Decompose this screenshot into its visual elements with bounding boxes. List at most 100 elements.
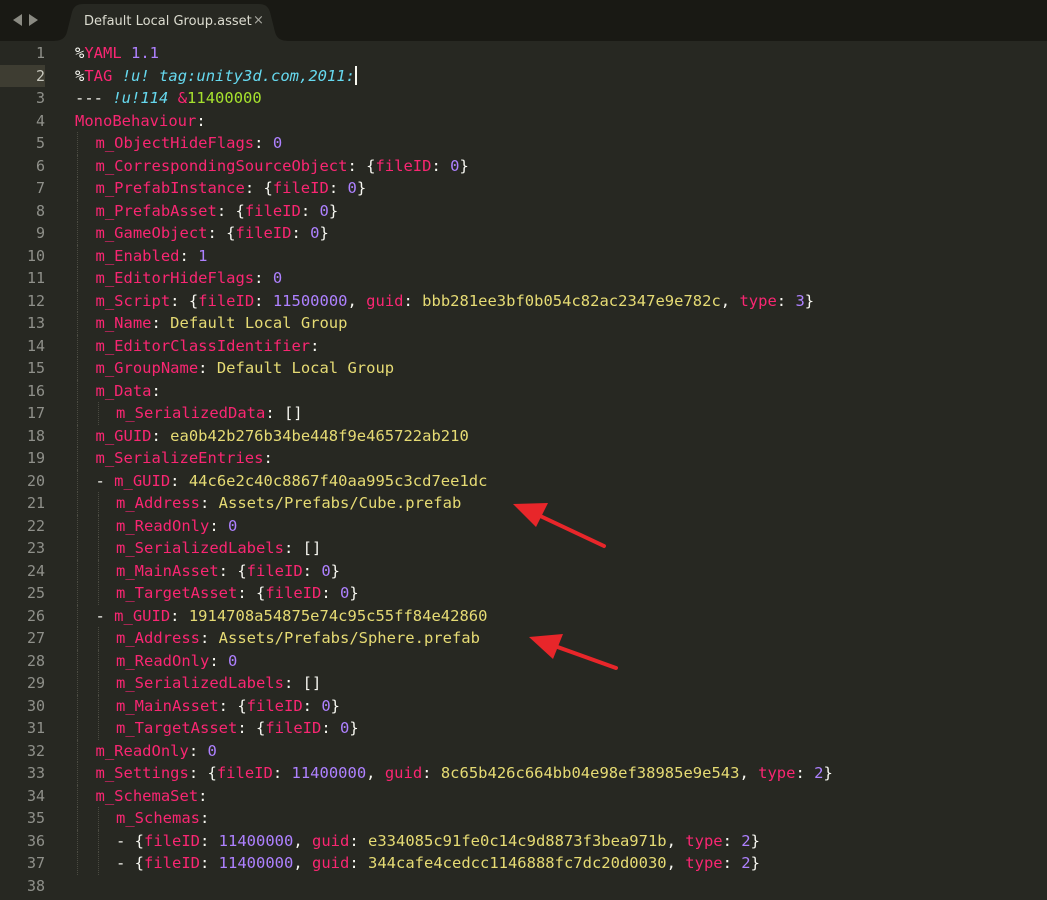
code-token: m_CorrespondingSourceObject xyxy=(95,156,348,175)
code-text: m_ReadOnly: 0 xyxy=(116,515,237,538)
code-token: : { xyxy=(244,179,273,197)
code-token: , xyxy=(366,764,385,782)
code-token: m_PrefabInstance xyxy=(95,179,245,197)
code-token: 0 xyxy=(310,224,320,242)
indent-guide xyxy=(77,514,78,537)
code-line[interactable]: 4 MonoBehaviour: xyxy=(0,110,1047,133)
code-token: } xyxy=(804,291,815,310)
code-line[interactable]: 25 m_TargetAsset: {fileID: 0} xyxy=(0,582,1047,605)
code-line[interactable]: 8 m_PrefabAsset: {fileID: 0} xyxy=(0,199,1047,222)
code-token: - xyxy=(95,606,115,625)
code-line[interactable]: 2 %TAG !u! tag:unity3d.com,2011: xyxy=(0,64,1047,87)
line-number: 36 xyxy=(26,831,45,850)
line-number: 29 xyxy=(26,674,45,692)
indent-guide xyxy=(97,537,99,560)
code-line[interactable]: 16 m_Data: xyxy=(0,379,1047,402)
code-text: m_GameObject: {fileID: 0} xyxy=(96,222,329,245)
line-number: 11 xyxy=(26,269,45,287)
code-token: m_Data xyxy=(95,381,152,400)
line-number: 16 xyxy=(26,381,45,400)
code-token: tag:unity3d.com,2011: xyxy=(159,66,355,85)
code-text: m_Script: {fileID: 11500000, guid: bbb28… xyxy=(96,290,815,313)
code-token: : [] xyxy=(283,539,322,557)
code-line[interactable]: 38 xyxy=(0,875,1047,898)
code-line[interactable]: 5 m_ObjectHideFlags: 0 xyxy=(0,132,1047,155)
code-token: m_SerializedLabels xyxy=(116,539,284,557)
code-line[interactable]: 12 m_Script: {fileID: 11500000, guid: bbb… xyxy=(0,289,1047,313)
line-number: 15 xyxy=(26,359,45,377)
code-token: fileID xyxy=(265,719,322,737)
line-number: 19 xyxy=(26,449,45,467)
code-line[interactable]: 35 m_Schemas: xyxy=(0,807,1047,830)
code-token: : xyxy=(422,764,441,782)
code-editor[interactable]: 1 %YAML 1.1 2 %TAG !u! tag:unity3d.com,2011… xyxy=(0,41,1047,900)
code-line[interactable]: 23 m_SerializedLabels: [] xyxy=(0,537,1047,560)
code-line[interactable]: 10 m_Enabled: 1 xyxy=(0,244,1047,267)
indent-guide xyxy=(97,829,99,852)
code-line[interactable]: 36 - {fileID: 11400000, guid: e334085c91f… xyxy=(0,829,1047,853)
code-token: : xyxy=(200,629,219,647)
code-line[interactable]: 22 m_ReadOnly: 0 xyxy=(0,514,1047,538)
forward-arrow-icon[interactable] xyxy=(29,14,38,26)
code-token: bbb281ee3bf0b054c82ac2347e9e782c xyxy=(422,291,721,310)
code-line[interactable]: 15 m_GroupName: Default Local Group xyxy=(0,357,1047,380)
code-text: m_Settings: {fileID: 11400000, guid: 8c6… xyxy=(96,762,833,785)
code-token: - xyxy=(95,471,115,490)
line-number: 17 xyxy=(26,404,45,422)
code-token: type xyxy=(739,291,777,310)
code-line[interactable]: 21 m_Address: Assets/Prefabs/Cube.prefab xyxy=(0,492,1047,515)
close-icon[interactable]: × xyxy=(253,13,264,28)
code-line[interactable]: 20 - m_GUID: 44c6e2c40c8867f40aa995c3cd7e… xyxy=(0,469,1047,492)
code-line[interactable]: 7 m_PrefabInstance: {fileID: 0} xyxy=(0,177,1047,200)
code-line[interactable]: 31 m_TargetAsset: {fileID: 0} xyxy=(0,717,1047,740)
code-line[interactable]: 14 m_EditorClassIdentifier: xyxy=(0,334,1047,358)
code-line[interactable]: 11 m_EditorHideFlags: 0 xyxy=(0,267,1047,290)
code-token: } xyxy=(750,831,760,850)
code-token: m_Settings xyxy=(95,764,189,782)
code-line[interactable]: 13 m_Name: Default Local Group xyxy=(0,312,1047,335)
line-number: 27 xyxy=(26,629,45,647)
code-line[interactable]: 34 m_SchemaSet: xyxy=(0,784,1047,807)
code-token: , xyxy=(293,854,312,872)
code-token: 11400000 xyxy=(187,89,262,107)
code-text: - {fileID: 11400000, guid: e334085c91fe0… xyxy=(116,830,760,853)
code-token: m_EditorHideFlags xyxy=(95,269,255,287)
code-line[interactable]: 29 m_SerializedLabels: [] xyxy=(0,672,1047,695)
code-line[interactable]: 17 m_SerializedData: [] xyxy=(0,402,1047,425)
code-line[interactable]: 26 - m_GUID: 1914708a54875e74c95c55ff84e4… xyxy=(0,604,1047,627)
code-token: : xyxy=(263,449,273,467)
tab-default-local-group-asset[interactable]: Default Local Group.asset × xyxy=(52,4,290,41)
code-line[interactable]: 37 - {fileID: 11400000, guid: 344cafe4ced… xyxy=(0,852,1047,875)
code-line[interactable]: 3 --- !u!114 &11400000 xyxy=(0,87,1047,110)
code-token: 0 xyxy=(347,179,357,197)
code-line[interactable]: 19 m_SerializeEntries: xyxy=(0,447,1047,470)
line-number: 13 xyxy=(26,314,45,332)
line-number: 34 xyxy=(26,786,45,805)
code-line[interactable]: 18 m_GUID: ea0b42b276b34be448f9e465722ab2… xyxy=(0,424,1047,447)
indent-guide xyxy=(77,132,78,155)
code-line[interactable]: 24 m_MainAsset: {fileID: 0} xyxy=(0,559,1047,582)
code-line[interactable]: 27 m_Address: Assets/Prefabs/Sphere.prefa… xyxy=(0,627,1047,650)
code-token: : xyxy=(200,494,219,512)
code-text: m_EditorClassIdentifier: xyxy=(96,335,320,358)
code-line[interactable]: 1 %YAML 1.1 xyxy=(0,42,1047,65)
line-number: 28 xyxy=(26,651,45,670)
line-number: 14 xyxy=(26,336,45,355)
code-line[interactable]: 28 m_ReadOnly: 0 xyxy=(0,649,1047,672)
back-arrow-icon[interactable] xyxy=(13,14,22,26)
line-number: 3 xyxy=(35,89,45,107)
code-token: guid xyxy=(384,764,423,782)
code-token: m_GUID xyxy=(95,426,152,445)
code-token: 2 xyxy=(741,854,751,872)
tab-navigation xyxy=(13,12,38,28)
code-token: ea0b42b276b34be448f9e465722ab210 xyxy=(170,426,469,445)
code-line[interactable]: 32 m_ReadOnly: 0 xyxy=(0,739,1047,762)
code-line[interactable]: 33 m_Settings: {fileID: 11400000, guid: 8… xyxy=(0,762,1047,785)
code-token: : xyxy=(403,291,423,310)
code-line[interactable]: 6 m_CorrespondingSourceObject: {fileID: 0… xyxy=(0,154,1047,177)
code-token: Assets/Prefabs/Cube.prefab xyxy=(218,494,462,512)
code-line[interactable]: 30 m_MainAsset: {fileID: 0} xyxy=(0,694,1047,717)
indent-guide xyxy=(77,717,78,740)
code-line[interactable]: 9 m_GameObject: {fileID: 0} xyxy=(0,222,1047,245)
